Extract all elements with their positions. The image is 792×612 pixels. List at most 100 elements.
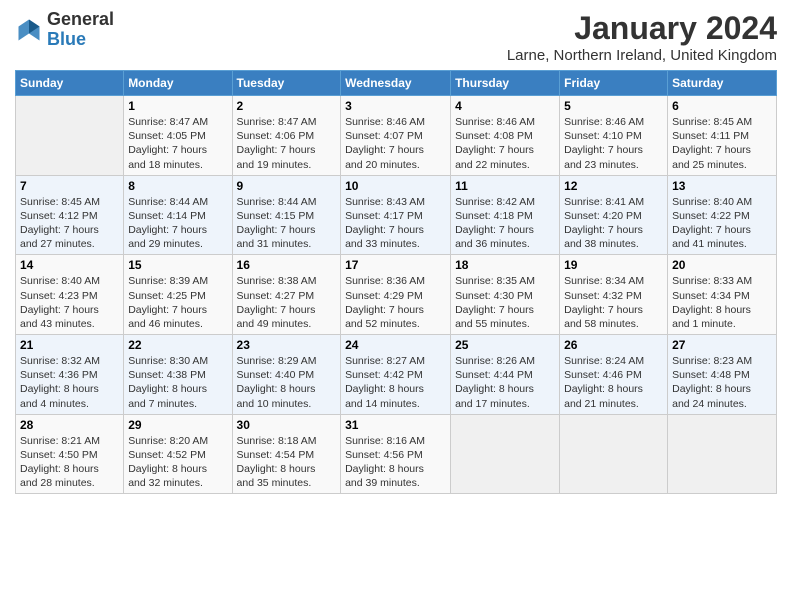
day-number: 26 <box>564 338 663 352</box>
cell-content: Sunrise: 8:24 AMSunset: 4:46 PMDaylight:… <box>564 354 663 411</box>
week-row-4: 21Sunrise: 8:32 AMSunset: 4:36 PMDayligh… <box>16 335 777 415</box>
day-number: 11 <box>455 179 555 193</box>
calendar-cell: 20 Sunrise: 8:33 AMSunset: 4:34 PMDayligh… <box>668 255 777 335</box>
calendar-cell: 3Sunrise: 8:46 AMSunset: 4:07 PMDaylight… <box>341 96 451 176</box>
calendar-cell: 26 Sunrise: 8:24 AMSunset: 4:46 PMDayligh… <box>560 335 668 415</box>
calendar-cell: 27 Sunrise: 8:23 AMSunset: 4:48 PMDayligh… <box>668 335 777 415</box>
calendar-cell: 2 Sunrise: 8:47 AMSunset: 4:06 PMDaylight… <box>232 96 341 176</box>
day-number: 9 <box>237 179 337 193</box>
day-number: 17 <box>345 258 446 272</box>
cell-content: Sunrise: 8:23 AMSunset: 4:48 PMDaylight:… <box>672 354 772 411</box>
cell-content: Sunrise: 8:45 AMSunset: 4:12 PMDaylight:… <box>20 195 119 252</box>
month-title: January 2024 <box>507 10 777 47</box>
calendar-cell: 4Sunrise: 8:46 AMSunset: 4:08 PMDaylight… <box>451 96 560 176</box>
cell-content: Sunrise: 8:27 AMSunset: 4:42 PMDaylight:… <box>345 354 446 411</box>
calendar-cell: 31Sunrise: 8:16 AMSunset: 4:56 PMDayligh… <box>341 414 451 494</box>
calendar-cell: 15 Sunrise: 8:39 AMSunset: 4:25 PMDayligh… <box>124 255 232 335</box>
cell-content: Sunrise: 8:46 AMSunset: 4:07 PMDaylight:… <box>345 115 446 172</box>
week-row-3: 14 Sunrise: 8:40 AMSunset: 4:23 PMDayligh… <box>16 255 777 335</box>
logo: General Blue <box>15 10 114 50</box>
calendar-cell: 9Sunrise: 8:44 AMSunset: 4:15 PMDaylight… <box>232 175 341 255</box>
calendar-cell: 8Sunrise: 8:44 AMSunset: 4:14 PMDaylight… <box>124 175 232 255</box>
calendar-header: Sunday Monday Tuesday Wednesday Thursday… <box>16 71 777 96</box>
calendar-cell: 1 Sunrise: 8:47 AMSunset: 4:05 PMDaylight… <box>124 96 232 176</box>
day-number: 10 <box>345 179 446 193</box>
calendar-cell: 29 Sunrise: 8:20 AMSunset: 4:52 PMDayligh… <box>124 414 232 494</box>
page: General Blue January 2024 Larne, Norther… <box>0 0 792 612</box>
calendar-table: Sunday Monday Tuesday Wednesday Thursday… <box>15 70 777 494</box>
calendar-cell: 16Sunrise: 8:38 AMSunset: 4:27 PMDayligh… <box>232 255 341 335</box>
calendar-body: 1 Sunrise: 8:47 AMSunset: 4:05 PMDaylight… <box>16 96 777 494</box>
location: Larne, Northern Ireland, United Kingdom <box>507 47 777 64</box>
cell-content: Sunrise: 8:43 AMSunset: 4:17 PMDaylight:… <box>345 195 446 252</box>
cell-content: Sunrise: 8:40 AMSunset: 4:23 PMDaylight:… <box>20 274 119 331</box>
cell-content: Sunrise: 8:20 AMSunset: 4:52 PMDaylight:… <box>128 434 227 491</box>
calendar-cell: 25 Sunrise: 8:26 AMSunset: 4:44 PMDayligh… <box>451 335 560 415</box>
calendar-cell: 11Sunrise: 8:42 AMSunset: 4:18 PMDayligh… <box>451 175 560 255</box>
day-number: 7 <box>20 179 119 193</box>
cell-content: Sunrise: 8:21 AMSunset: 4:50 PMDaylight:… <box>20 434 119 491</box>
calendar-cell: 10 Sunrise: 8:43 AMSunset: 4:17 PMDayligh… <box>341 175 451 255</box>
day-number: 30 <box>237 418 337 432</box>
day-number: 22 <box>128 338 227 352</box>
day-number: 29 <box>128 418 227 432</box>
calendar-cell: 30 Sunrise: 8:18 AMSunset: 4:54 PMDayligh… <box>232 414 341 494</box>
calendar-cell <box>16 96 124 176</box>
cell-content: Sunrise: 8:40 AMSunset: 4:22 PMDaylight:… <box>672 195 772 252</box>
day-number: 5 <box>564 99 663 113</box>
day-number: 1 <box>128 99 227 113</box>
cell-content: Sunrise: 8:36 AMSunset: 4:29 PMDaylight:… <box>345 274 446 331</box>
calendar-cell <box>451 414 560 494</box>
cell-content: Sunrise: 8:29 AMSunset: 4:40 PMDaylight:… <box>237 354 337 411</box>
cell-content: Sunrise: 8:38 AMSunset: 4:27 PMDaylight:… <box>237 274 337 331</box>
day-number: 12 <box>564 179 663 193</box>
calendar-cell: 5Sunrise: 8:46 AMSunset: 4:10 PMDaylight… <box>560 96 668 176</box>
calendar-cell: 7 Sunrise: 8:45 AMSunset: 4:12 PMDaylight… <box>16 175 124 255</box>
day-number: 14 <box>20 258 119 272</box>
day-number: 2 <box>237 99 337 113</box>
calendar-cell: 28Sunrise: 8:21 AMSunset: 4:50 PMDayligh… <box>16 414 124 494</box>
cell-content: Sunrise: 8:16 AMSunset: 4:56 PMDaylight:… <box>345 434 446 491</box>
calendar-cell: 24 Sunrise: 8:27 AMSunset: 4:42 PMDayligh… <box>341 335 451 415</box>
cell-content: Sunrise: 8:47 AMSunset: 4:06 PMDaylight:… <box>237 115 337 172</box>
day-number: 19 <box>564 258 663 272</box>
calendar-cell: 21Sunrise: 8:32 AMSunset: 4:36 PMDayligh… <box>16 335 124 415</box>
header: General Blue January 2024 Larne, Norther… <box>15 10 777 64</box>
day-number: 20 <box>672 258 772 272</box>
calendar-cell: 22 Sunrise: 8:30 AMSunset: 4:38 PMDayligh… <box>124 335 232 415</box>
logo-general-text: General <box>47 10 114 30</box>
calendar-cell: 17 Sunrise: 8:36 AMSunset: 4:29 PMDayligh… <box>341 255 451 335</box>
col-monday: Monday <box>124 71 232 96</box>
cell-content: Sunrise: 8:30 AMSunset: 4:38 PMDaylight:… <box>128 354 227 411</box>
day-number: 6 <box>672 99 772 113</box>
calendar-cell: 19Sunrise: 8:34 AMSunset: 4:32 PMDayligh… <box>560 255 668 335</box>
day-number: 27 <box>672 338 772 352</box>
week-row-1: 1 Sunrise: 8:47 AMSunset: 4:05 PMDaylight… <box>16 96 777 176</box>
header-row: Sunday Monday Tuesday Wednesday Thursday… <box>16 71 777 96</box>
day-number: 15 <box>128 258 227 272</box>
calendar-cell: 18Sunrise: 8:35 AMSunset: 4:30 PMDayligh… <box>451 255 560 335</box>
col-thursday: Thursday <box>451 71 560 96</box>
calendar-cell <box>668 414 777 494</box>
day-number: 21 <box>20 338 119 352</box>
cell-content: Sunrise: 8:39 AMSunset: 4:25 PMDaylight:… <box>128 274 227 331</box>
cell-content: Sunrise: 8:18 AMSunset: 4:54 PMDaylight:… <box>237 434 337 491</box>
col-friday: Friday <box>560 71 668 96</box>
week-row-5: 28Sunrise: 8:21 AMSunset: 4:50 PMDayligh… <box>16 414 777 494</box>
logo-blue-text: Blue <box>47 30 114 50</box>
day-number: 25 <box>455 338 555 352</box>
cell-content: Sunrise: 8:44 AMSunset: 4:14 PMDaylight:… <box>128 195 227 252</box>
col-sunday: Sunday <box>16 71 124 96</box>
cell-content: Sunrise: 8:26 AMSunset: 4:44 PMDaylight:… <box>455 354 555 411</box>
col-wednesday: Wednesday <box>341 71 451 96</box>
day-number: 23 <box>237 338 337 352</box>
logo-text: General Blue <box>47 10 114 50</box>
cell-content: Sunrise: 8:33 AMSunset: 4:34 PMDaylight:… <box>672 274 772 331</box>
cell-content: Sunrise: 8:47 AMSunset: 4:05 PMDaylight:… <box>128 115 227 172</box>
cell-content: Sunrise: 8:46 AMSunset: 4:08 PMDaylight:… <box>455 115 555 172</box>
cell-content: Sunrise: 8:41 AMSunset: 4:20 PMDaylight:… <box>564 195 663 252</box>
col-tuesday: Tuesday <box>232 71 341 96</box>
calendar-cell: 23 Sunrise: 8:29 AMSunset: 4:40 PMDayligh… <box>232 335 341 415</box>
day-number: 13 <box>672 179 772 193</box>
day-number: 24 <box>345 338 446 352</box>
